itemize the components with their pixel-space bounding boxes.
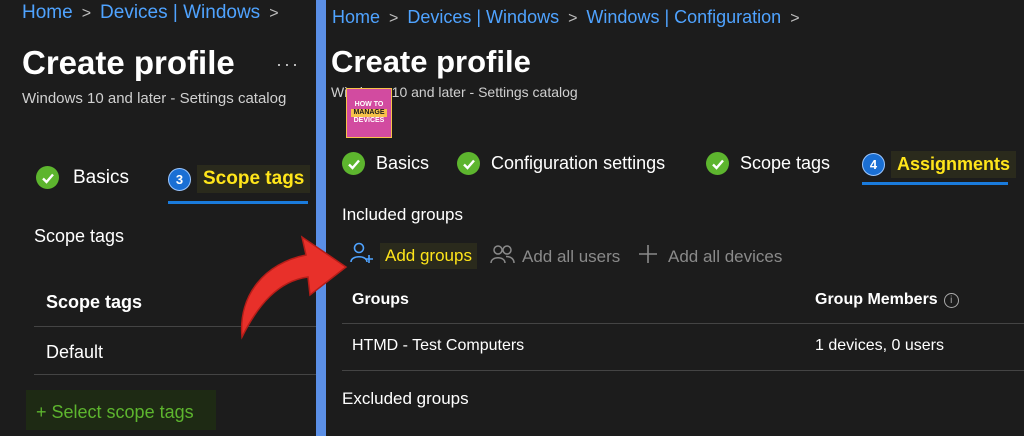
table-row-group-name[interactable]: HTMD - Test Computers <box>352 337 524 355</box>
breadcrumb-home[interactable]: Home <box>332 7 380 27</box>
checkmark-icon <box>342 152 365 175</box>
step-scope-tags[interactable]: Scope tags <box>706 152 830 175</box>
step-scope-tags[interactable]: 3 Scope tags <box>168 165 311 193</box>
step-basics[interactable]: Basics <box>342 152 429 175</box>
step-label: Scope tags <box>740 153 831 173</box>
page-subtitle: Windows 10 and later - Settings catalog <box>22 90 287 107</box>
step-label: Basics <box>376 153 430 173</box>
breadcrumb-devices-windows[interactable]: Devices | Windows <box>407 7 559 27</box>
add-all-devices-button[interactable]: Add all devices <box>638 244 782 269</box>
step-label: Basics <box>73 166 129 188</box>
add-all-users-label: Add all users <box>522 246 621 266</box>
add-all-users-button[interactable]: Add all users <box>490 244 620 269</box>
breadcrumb-devices-windows[interactable]: Devices | Windows <box>100 2 260 23</box>
divider <box>342 370 1024 371</box>
chevron-right-icon: > <box>790 10 800 27</box>
breadcrumb-home[interactable]: Home <box>22 2 73 23</box>
table-header-scope-tags: Scope tags <box>46 292 143 312</box>
add-all-devices-label: Add all devices <box>668 246 783 266</box>
divider <box>34 374 316 375</box>
active-step-indicator <box>862 182 1008 185</box>
add-user-icon <box>350 242 374 269</box>
table-header-groups: Groups <box>352 291 409 308</box>
add-groups-button[interactable]: Add groups <box>350 242 477 269</box>
checkmark-icon <box>36 166 59 189</box>
chevron-right-icon: > <box>81 5 92 22</box>
more-options-icon[interactable]: ··· <box>276 54 300 75</box>
users-icon <box>490 244 516 269</box>
step-configuration-settings[interactable]: Configuration settings <box>457 152 665 175</box>
info-icon[interactable]: i <box>943 292 959 308</box>
excluded-groups-label: Excluded groups <box>342 389 469 408</box>
section-label: Scope tags <box>34 226 125 246</box>
table-row[interactable]: Default <box>46 342 103 363</box>
step-number-icon: 3 <box>168 167 191 191</box>
page-title: Create profile <box>331 44 531 79</box>
chevron-right-icon: > <box>269 5 279 22</box>
select-scope-tags-link[interactable]: + Select scope tags <box>36 402 194 423</box>
htmd-logo: HOW TO MANAGE DEVICES <box>346 88 392 138</box>
page-title: Create profile <box>22 44 235 81</box>
breadcrumb: Home > Devices | Windows > Windows | Configu… <box>332 7 809 28</box>
included-groups-label: Included groups <box>342 205 463 224</box>
table-row-group-members: 1 devices, 0 users <box>815 337 944 354</box>
breadcrumb-windows-configuration[interactable]: Windows | Configuration <box>586 7 781 27</box>
table-header-group-members: Group Members i <box>815 291 959 309</box>
step-basics[interactable]: Basics <box>36 166 129 189</box>
checkmark-icon <box>457 152 480 175</box>
step-label: Scope tags <box>197 165 311 193</box>
plus-icon <box>638 244 658 269</box>
chevron-right-icon: > <box>389 10 399 27</box>
step-label: Configuration settings <box>491 153 666 173</box>
active-step-indicator <box>168 201 308 204</box>
step-assignments[interactable]: 4 Assignments <box>862 151 1017 178</box>
checkmark-icon <box>706 152 729 175</box>
chevron-right-icon: > <box>568 10 578 27</box>
breadcrumb: Home > Devices | Windows > <box>22 2 288 24</box>
add-groups-label: Add groups <box>380 242 477 269</box>
step-number-icon: 4 <box>862 153 885 176</box>
curved-arrow-icon <box>240 235 348 340</box>
left-panel: Home > Devices | Windows > Create profile ·… <box>0 0 316 436</box>
step-label: Assignments <box>891 151 1017 178</box>
divider <box>342 323 1024 324</box>
